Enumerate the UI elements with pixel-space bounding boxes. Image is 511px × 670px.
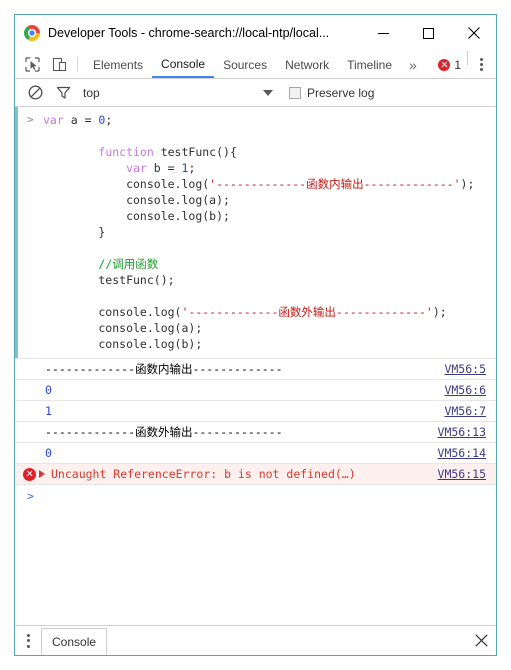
code-token: testFunc();: [43, 273, 175, 287]
code-token: console.log(: [43, 177, 210, 191]
code-token: console.log(b);: [43, 209, 230, 223]
code-token: var: [126, 161, 154, 175]
console-panel[interactable]: > var a = 0; function testFunc(){ var b …: [15, 107, 496, 625]
filter-funnel-icon[interactable]: [49, 85, 77, 100]
prompt-caret-trailing: >: [27, 488, 34, 503]
execution-context-value: top: [83, 85, 100, 100]
console-message-row[interactable]: 0 VM56:6: [15, 379, 496, 400]
source-link[interactable]: VM56:14: [438, 446, 496, 460]
devtools-window: Developer Tools - chrome-search://local-…: [14, 14, 497, 656]
console-message-row[interactable]: 1 VM56:7: [15, 400, 496, 421]
tab-elements[interactable]: Elements: [84, 51, 152, 78]
code-token: '-------------函数内输出-------------': [209, 177, 461, 191]
source-link[interactable]: VM56:6: [444, 383, 496, 397]
code-token: }: [43, 225, 106, 239]
expand-triangle-icon[interactable]: [39, 470, 45, 478]
drawer-menu-icon[interactable]: [15, 633, 41, 648]
code-token: testFunc(){: [160, 145, 237, 159]
console-input-code: var a = 0; function testFunc(){ var b = …: [18, 112, 496, 352]
console-error-row[interactable]: Uncaught ReferenceError: b is not define…: [15, 463, 496, 484]
code-token: =: [84, 113, 99, 127]
devtools-tab-bar: Elements Console Sources Network Timelin…: [15, 51, 496, 79]
inspect-element-icon[interactable]: [19, 51, 46, 78]
code-token: '-------------函数外输出-------------': [181, 305, 433, 319]
code-token: console.log(b);: [43, 337, 203, 351]
tab-timeline[interactable]: Timeline: [338, 51, 401, 78]
code-token: console.log(a);: [43, 321, 203, 335]
error-circle-icon: [23, 467, 36, 481]
console-message-text: 0: [45, 383, 52, 397]
device-toolbar-icon[interactable]: [46, 51, 73, 78]
drawer-tab-console[interactable]: Console: [41, 628, 108, 655]
error-count-label: 1: [454, 57, 461, 72]
tab-sources[interactable]: Sources: [214, 51, 276, 78]
code-token: //调用函数: [98, 257, 159, 271]
close-icon[interactable]: [451, 15, 496, 51]
console-message-text: 0: [45, 446, 52, 460]
code-token: function: [98, 145, 161, 159]
source-link[interactable]: VM56:15: [438, 467, 496, 481]
code-token: console.log(a);: [43, 193, 230, 207]
preserve-log-label: Preserve log: [307, 85, 375, 100]
tab-console[interactable]: Console: [152, 51, 215, 78]
window-title: Developer Tools - chrome-search://local-…: [48, 26, 330, 40]
console-message-text: -------------函数内输出-------------: [45, 362, 283, 376]
preserve-log-checkbox[interactable]: Preserve log: [289, 86, 374, 100]
execution-context-selector[interactable]: top: [77, 86, 273, 100]
console-message-text: -------------函数外输出-------------: [45, 425, 283, 439]
code-token: console.log(: [43, 305, 182, 319]
source-link[interactable]: VM56:13: [438, 425, 496, 439]
toolbar-divider: [77, 57, 78, 72]
console-output-list: -------------函数内输出------------- VM56:5 0 VM…: [15, 358, 496, 484]
chevron-down-icon: [263, 89, 273, 96]
maximize-icon[interactable]: [406, 15, 451, 51]
window-controls: [361, 15, 496, 51]
console-filter-bar: top Preserve log: [15, 79, 496, 107]
error-count-badge[interactable]: 1: [438, 51, 467, 78]
toolbar-divider-right: [467, 51, 468, 65]
console-input-entry[interactable]: > var a = 0; function testFunc(){ var b …: [15, 107, 496, 358]
error-circle-icon: [438, 58, 451, 71]
drawer-status-bar: Console: [15, 625, 496, 655]
source-link[interactable]: VM56:7: [444, 404, 496, 418]
code-token: );: [460, 177, 475, 191]
kebab-menu-icon[interactable]: [470, 51, 492, 78]
code-token: a: [70, 113, 85, 127]
prompt-caret: >: [27, 113, 34, 126]
source-link[interactable]: VM56:5: [444, 362, 496, 376]
checkbox-box: [289, 86, 301, 99]
chrome-logo-icon: [24, 25, 40, 41]
more-tabs-icon[interactable]: »: [401, 51, 424, 78]
title-bar: Developer Tools - chrome-search://local-…: [15, 15, 496, 51]
tab-network[interactable]: Network: [276, 51, 338, 78]
console-prompt-row[interactable]: >: [15, 484, 496, 506]
console-message-text: Uncaught ReferenceError: b is not define…: [51, 467, 356, 481]
code-token: );: [432, 305, 447, 319]
clear-console-icon[interactable]: [21, 85, 49, 100]
console-message-row[interactable]: 0 VM56:14: [15, 442, 496, 463]
console-message-text: 1: [45, 404, 52, 418]
console-message-row[interactable]: -------------函数内输出------------- VM56:5: [15, 358, 496, 379]
console-message-row[interactable]: -------------函数外输出------------- VM56:13: [15, 421, 496, 442]
tabbar-spacer: [424, 51, 439, 78]
close-drawer-icon[interactable]: [466, 634, 496, 647]
code-token: ;: [188, 161, 196, 175]
code-token: ;: [105, 113, 113, 127]
code-token: var: [43, 113, 71, 127]
code-token: b =: [153, 161, 182, 175]
minimize-icon[interactable]: [361, 15, 406, 51]
